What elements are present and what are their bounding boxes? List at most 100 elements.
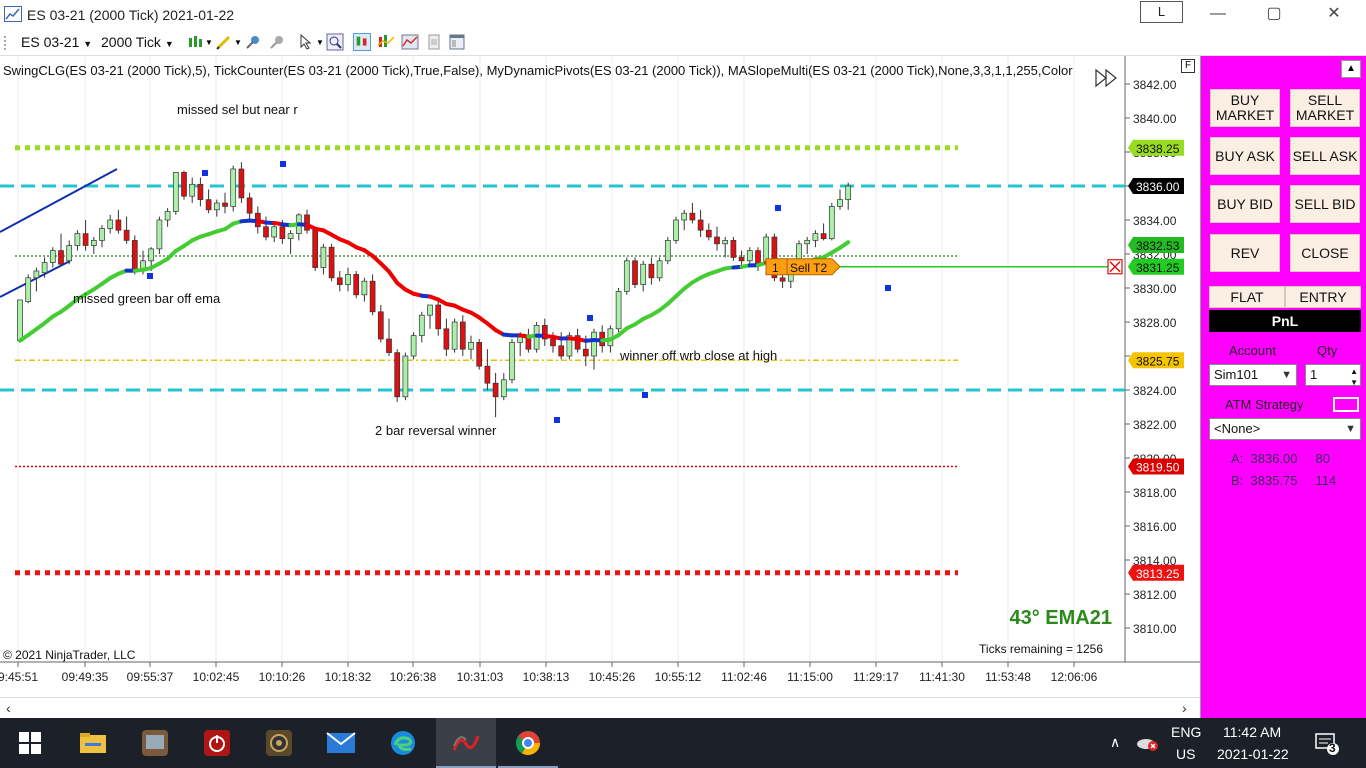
order-qty: 1 bbox=[772, 261, 779, 275]
clock-date[interactable]: 2021-01-22 bbox=[1217, 746, 1289, 762]
language-region[interactable]: US bbox=[1176, 746, 1195, 762]
buy-market-button[interactable]: BUY MARKET bbox=[1210, 89, 1280, 127]
sell-bid-button[interactable]: SELL BID bbox=[1290, 185, 1360, 223]
bull-candle bbox=[156, 219, 163, 250]
bear-candle bbox=[484, 365, 491, 384]
clock-time[interactable]: 11:42 AM bbox=[1223, 724, 1281, 740]
bull-candle bbox=[410, 335, 417, 357]
time-tick-label: 09:55:37 bbox=[127, 670, 174, 684]
scroll-right-icon[interactable]: › bbox=[1182, 700, 1187, 716]
bear-candle bbox=[238, 168, 245, 199]
price-marker-label: 3832.53 bbox=[1136, 239, 1180, 253]
taskbar-app-3[interactable] bbox=[187, 718, 247, 768]
bear-candle bbox=[369, 280, 376, 313]
notification-icon[interactable] bbox=[1314, 732, 1340, 756]
taskbar-app-2[interactable] bbox=[125, 718, 185, 768]
time-tick-label: 11:53:48 bbox=[985, 670, 1031, 684]
close-button[interactable]: ✕ bbox=[1322, 4, 1346, 24]
network-disconnected-icon[interactable] bbox=[1135, 733, 1161, 753]
time-tick-label: 10:45:26 bbox=[589, 670, 636, 684]
bull-candle bbox=[25, 277, 32, 302]
time-tick-label: 11:41:30 bbox=[919, 670, 965, 684]
minimize-button[interactable]: — bbox=[1206, 4, 1230, 24]
bear-candle bbox=[205, 199, 212, 211]
bull-candle bbox=[615, 291, 622, 330]
atm-indicator[interactable] bbox=[1333, 397, 1359, 412]
panel-collapse-button[interactable]: ▲ bbox=[1341, 60, 1361, 78]
chevron-down-icon[interactable]: ▼ bbox=[234, 38, 242, 47]
triangle-up-icon: ▲ bbox=[1346, 63, 1356, 74]
link-button[interactable]: L bbox=[1140, 1, 1183, 23]
bull-candle bbox=[320, 246, 327, 268]
taskbar-edge[interactable] bbox=[373, 718, 433, 768]
account-select[interactable]: Sim101 ▼ bbox=[1209, 364, 1297, 386]
zoom-icon[interactable] bbox=[326, 33, 344, 51]
chart-panel[interactable]: 3842.003840.003838.003836.003834.003832.… bbox=[0, 56, 1200, 698]
price-marker-label: 3819.50 bbox=[1136, 461, 1180, 475]
play-forward-icon[interactable] bbox=[1094, 68, 1120, 88]
taskbar-app-4[interactable] bbox=[249, 718, 309, 768]
chevron-down-icon[interactable]: ▼ bbox=[316, 38, 324, 47]
chevron-down-icon[interactable]: ▼ bbox=[205, 38, 213, 47]
bull-candle bbox=[90, 240, 97, 246]
time-tick-label: 9:45:51 bbox=[0, 670, 38, 684]
window-title: ES 03-21 (2000 Tick) 2021-01-22 bbox=[27, 7, 235, 23]
sell-ask-button[interactable]: SELL ASK bbox=[1290, 137, 1360, 175]
bear-candle bbox=[263, 226, 269, 238]
eraser-icon[interactable] bbox=[268, 33, 286, 51]
copyright-label: © 2021 NinjaTrader, LLC bbox=[3, 648, 136, 662]
strategies-icon[interactable] bbox=[401, 33, 419, 51]
ticks-remaining-label: Ticks remaining = 1256 bbox=[979, 642, 1103, 656]
price-chart[interactable]: 3842.003840.003838.003836.003834.003832.… bbox=[0, 56, 1200, 698]
buy-bid-button[interactable]: BUY BID bbox=[1210, 185, 1280, 223]
close-position-button[interactable]: CLOSE bbox=[1290, 234, 1360, 272]
reverse-button[interactable]: REV bbox=[1210, 234, 1280, 272]
chart-trader-icon[interactable] bbox=[353, 33, 371, 51]
bear-candle bbox=[336, 277, 343, 285]
bull-candle bbox=[41, 262, 48, 274]
buy-ask-button[interactable]: BUY ASK bbox=[1210, 137, 1280, 175]
interval-selector[interactable]: 2000 Tick ▼ bbox=[101, 34, 174, 50]
templates-icon[interactable] bbox=[425, 33, 443, 51]
pin-icon[interactable] bbox=[244, 33, 262, 51]
bull-candle bbox=[148, 248, 155, 262]
taskbar-file-explorer[interactable] bbox=[63, 718, 123, 768]
qty-stepper[interactable]: 1 ▲ ▼ bbox=[1305, 364, 1361, 387]
swing-point-marker bbox=[775, 205, 781, 211]
maximize-button[interactable]: ▢ bbox=[1262, 4, 1286, 24]
properties-icon[interactable] bbox=[448, 33, 466, 51]
price-tick-label: 3834.00 bbox=[1133, 214, 1177, 228]
drawing-tool-pencil-icon[interactable] bbox=[215, 33, 233, 51]
start-button[interactable] bbox=[0, 718, 60, 768]
indicators-icon[interactable] bbox=[377, 33, 395, 51]
bull-candle bbox=[172, 172, 179, 212]
entry-button[interactable]: ENTRY bbox=[1285, 286, 1361, 308]
tray-expand-icon[interactable]: ∧ bbox=[1110, 734, 1120, 751]
flat-button[interactable]: FLAT bbox=[1209, 286, 1285, 308]
cursor-icon[interactable] bbox=[298, 33, 316, 51]
price-tick-label: 3824.00 bbox=[1133, 384, 1177, 398]
bar-type-icon[interactable] bbox=[187, 33, 205, 51]
taskbar-chrome[interactable] bbox=[498, 718, 558, 768]
app-tile-icon bbox=[142, 730, 168, 756]
time-tick-label: 10:31:03 bbox=[457, 670, 504, 684]
stepper-down-icon[interactable]: ▼ bbox=[1350, 373, 1358, 393]
atm-strategy-label: ATM Strategy bbox=[1225, 397, 1304, 412]
atm-strategy-select[interactable]: <None> ▼ bbox=[1209, 418, 1361, 440]
taskbar-mail[interactable] bbox=[311, 718, 371, 768]
scroll-left-icon[interactable]: ‹ bbox=[6, 700, 11, 716]
fullscreen-button[interactable]: F bbox=[1181, 59, 1195, 73]
bull-candle bbox=[361, 280, 368, 296]
sell-market-button[interactable]: SELL MARKET bbox=[1290, 89, 1360, 127]
language-code[interactable]: ENG bbox=[1171, 724, 1201, 740]
horizontal-scrollbar[interactable]: ‹ › bbox=[0, 697, 1200, 717]
indicator-list: SwingCLG(ES 03-21 (2000 Tick),5), TickCo… bbox=[3, 63, 1073, 78]
notification-count: 3 bbox=[1329, 741, 1336, 755]
bear-candle bbox=[582, 348, 589, 357]
instrument-selector[interactable]: ES 03-21 ▼ bbox=[21, 34, 92, 50]
bear-candle bbox=[779, 277, 786, 282]
taskbar-ninjatrader[interactable] bbox=[436, 718, 496, 768]
bear-candle bbox=[58, 250, 64, 265]
bull-candle bbox=[664, 240, 671, 262]
bull-candle bbox=[49, 250, 56, 263]
